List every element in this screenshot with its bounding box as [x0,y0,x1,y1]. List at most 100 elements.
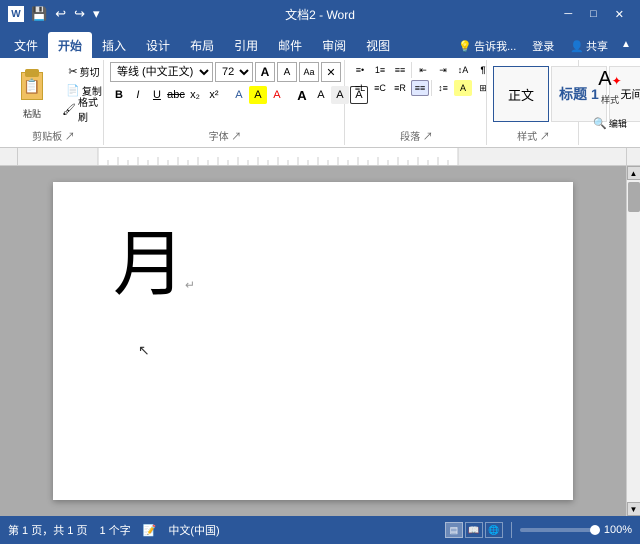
justify-button[interactable]: ≡≡ [411,80,429,96]
font-size-select[interactable]: 72 [215,62,253,82]
text-effect-button[interactable]: A [230,86,248,104]
zoom-slider[interactable] [520,528,600,532]
tab-insert[interactable]: 插入 [92,32,136,58]
subscript-button[interactable]: x₂ [186,86,204,104]
tab-mailings[interactable]: 邮件 [268,32,312,58]
status-bar: 第 1 页，共 1 页 1 个字 📝 中文(中国) ▤ 📖 🌐 100% [0,516,640,544]
text-highlight-button[interactable]: A [249,86,267,104]
word-count-status: 1 个字 [99,522,130,538]
scroll-thumb[interactable] [628,182,640,212]
align-center-button[interactable]: ≡C [371,80,389,96]
status-divider [511,522,512,538]
read-mode-view-button[interactable]: 📖 [465,522,483,538]
styles-launcher-icon[interactable]: ↗ [540,132,550,143]
decrease-font-button[interactable]: A [277,62,297,82]
save-qat-button[interactable]: 💾 [28,6,50,22]
undo-qat-button[interactable]: ↩ [52,6,69,22]
cursor: ↖ [138,342,150,359]
para-list-row: ≡• 1≡ ≡≡ ⇤ ⇥ ↕A ¶ [351,62,492,78]
customize-qat-button[interactable]: ▾ [90,6,103,22]
tab-file[interactable]: 文件 [4,32,48,58]
styles-group: 正文 标题 1 无间隔 ▲ ▼ ≡ 样式 ↗ [489,60,579,145]
document-page-area[interactable]: 月↵ ↖ [0,166,626,516]
format-painter-button[interactable]: 🖌 格式刷 [58,100,110,118]
paragraph-label: 段落 ↗ [351,128,482,143]
tab-review[interactable]: 审阅 [312,32,356,58]
paragraph-group: ≡• 1≡ ≡≡ ⇤ ⇥ ↕A ¶ ≡L ≡C ≡R ≡≡ ↕≡ A ⊞ 段落 [347,60,487,145]
tab-references[interactable]: 引用 [224,32,268,58]
ruler-area [0,148,640,166]
bullets-button[interactable]: ≡• [351,62,369,78]
shading-button[interactable]: A [454,80,472,96]
tab-design[interactable]: 设计 [136,32,180,58]
web-layout-view-button[interactable]: 🌐 [485,522,503,538]
paragraph-group-content: ≡• 1≡ ≡≡ ⇤ ⇥ ↕A ¶ ≡L ≡C ≡R ≡≡ ↕≡ A ⊞ [351,62,492,126]
status-bar-right: ▤ 📖 🌐 100% [445,522,632,538]
para-align-row: ≡L ≡C ≡R ≡≡ ↕≡ A ⊞ [351,80,492,96]
tab-view[interactable]: 视图 [356,32,400,58]
share-button[interactable]: 👤 共享 [564,36,614,56]
edit-group-content: A✦ 样式 🔍 编辑 [585,62,635,143]
font-name-size-row: 等线 (中文正文) 72 A A Aa ✕ [110,62,341,82]
style-normal[interactable]: 正文 [493,66,549,122]
font-name-select[interactable]: 等线 (中文正文) [110,62,213,82]
increase-indent-button[interactable]: ⇥ [434,62,452,78]
document-area: 月↵ ↖ ▲ ▼ [0,166,640,516]
clipboard-label: 剪贴板 ↗ [8,128,99,143]
tab-home[interactable]: 开始 [48,32,92,58]
font-group: 等线 (中文正文) 72 A A Aa ✕ B I U abc x₂ x² A [106,60,345,145]
maximize-button[interactable]: □ [582,6,605,22]
tab-layout[interactable]: 布局 [180,32,224,58]
decrease-indent-button[interactable]: ⇤ [414,62,432,78]
numbering-button[interactable]: 1≡ [371,62,389,78]
change-case-button[interactable]: Aa [299,62,319,82]
scissors-icon: ✂ [68,65,77,78]
edit-large-button[interactable]: A✦ 样式 [585,62,635,112]
view-buttons: ▤ 📖 🌐 [445,522,503,538]
paragraph-launcher-icon[interactable]: ↗ [423,132,433,143]
italic-button[interactable]: I [129,86,147,104]
page-status-text: 第 1 页，共 1 页 [8,522,87,538]
edit-group: A✦ 样式 🔍 编辑 [581,60,636,145]
tell-me-button[interactable]: 💡 告诉我... [452,36,522,56]
multilevel-list-button[interactable]: ≡≡ [391,62,409,78]
window-title: 文档2 - Word [285,6,355,23]
close-button[interactable]: ✕ [607,6,632,23]
align-left-button[interactable]: ≡L [351,80,369,96]
signin-button[interactable]: 登录 [526,36,560,56]
underline-button[interactable]: U [148,86,166,104]
strikethrough-button[interactable]: abc [167,86,185,104]
document-page[interactable]: 月↵ ↖ [53,182,573,500]
document-text: 月 [113,225,185,305]
minimize-button[interactable]: ─ [556,6,580,22]
document-content[interactable]: 月↵ [113,222,513,308]
vertical-scrollbar[interactable]: ▲ ▼ [626,166,640,516]
align-right-button[interactable]: ≡R [391,80,409,96]
font-group-content: 等线 (中文正文) 72 A A Aa ✕ B I U abc x₂ x² A [110,62,368,126]
collapse-ribbon-button[interactable]: ▲ [618,37,634,53]
font-launcher-icon[interactable]: ↗ [231,132,241,143]
text-size-decrease-button[interactable]: A [312,86,330,104]
superscript-button[interactable]: x² [205,86,223,104]
title-bar-controls: ─ □ ✕ [556,6,632,23]
clear-format-button[interactable]: ✕ [321,62,341,82]
increase-font-button[interactable]: A [255,62,275,82]
ruler-corner [0,148,18,166]
line-spacing-button[interactable]: ↕≡ [434,80,452,96]
sort-button[interactable]: ↕A [454,62,472,78]
font-color-button[interactable]: A [268,86,286,104]
zoom-thumb[interactable] [590,525,600,535]
lightbulb-icon: 💡 [458,40,472,53]
find-button[interactable]: 🔍 编辑 [585,114,635,132]
bold-button[interactable]: B [110,86,128,104]
redo-qat-button[interactable]: ↪ [71,6,88,22]
clipboard-launcher-icon[interactable]: ↗ [65,132,75,143]
print-layout-view-button[interactable]: ▤ [445,522,463,538]
scroll-up-button[interactable]: ▲ [627,166,640,180]
text-size-increase-button[interactable]: A [293,86,311,104]
styles-label: 样式 ↗ [493,128,574,143]
search-icon: 🔍 [593,117,607,130]
cut-button[interactable]: ✂ 剪切 [58,62,110,80]
paste-button[interactable]: 📋 粘贴 [8,62,56,124]
scroll-down-button[interactable]: ▼ [627,502,640,516]
